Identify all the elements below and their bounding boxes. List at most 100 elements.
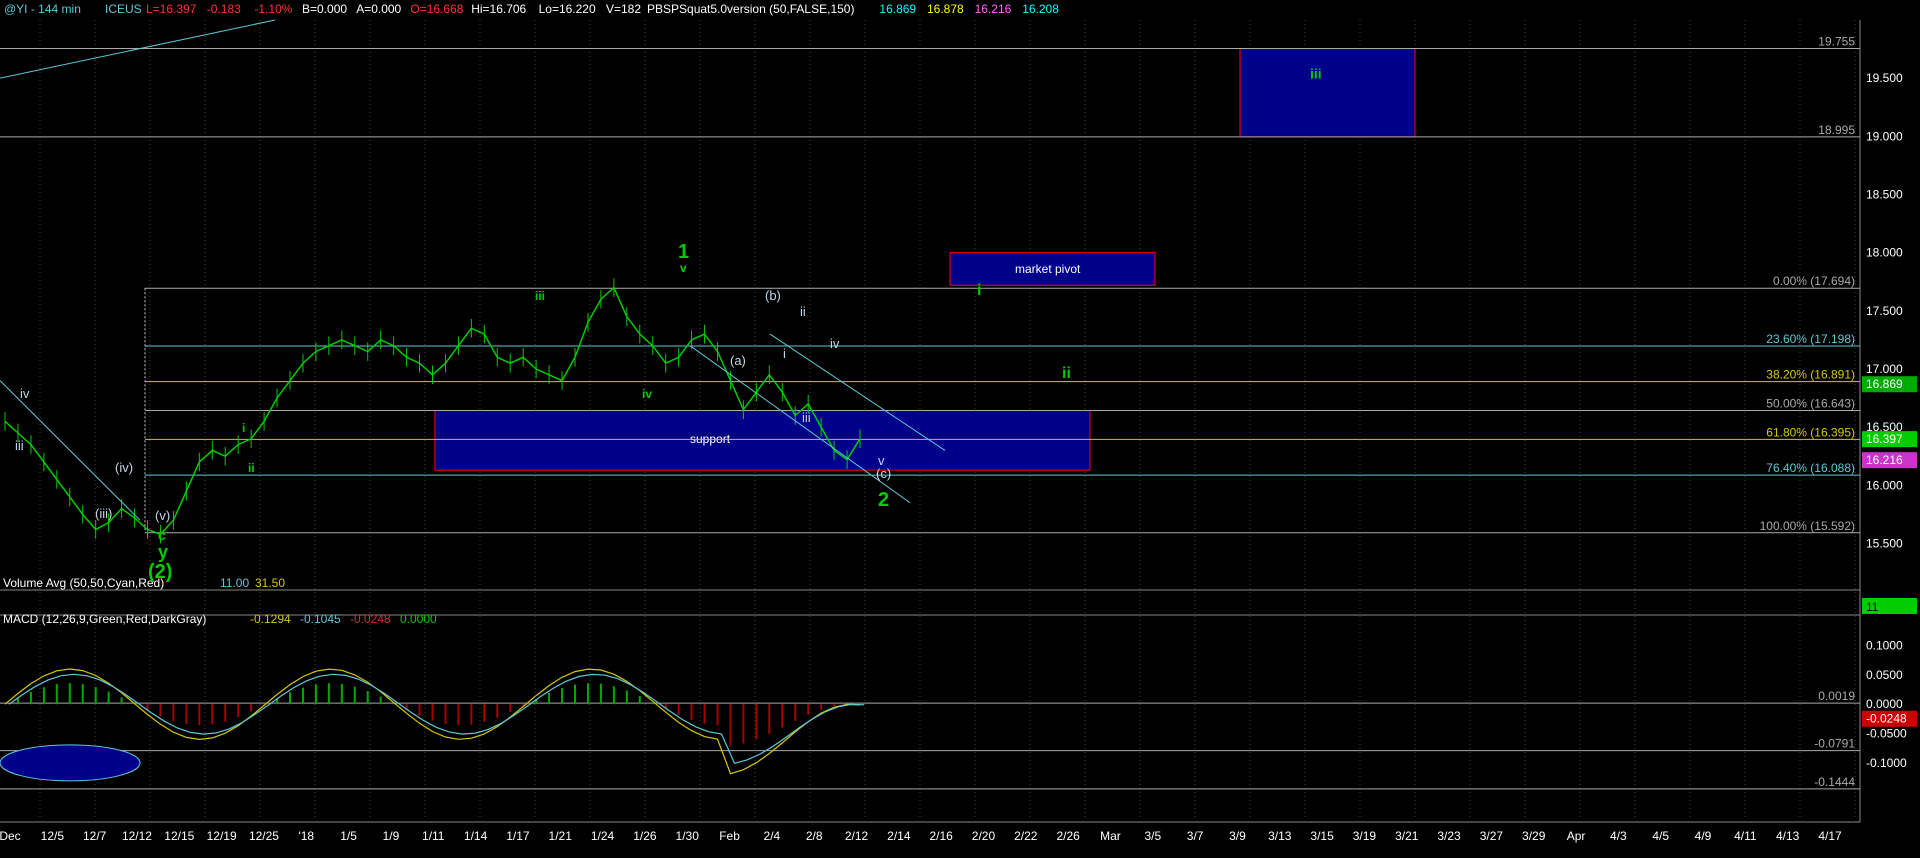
- x-axis-label: 1/11: [422, 829, 445, 843]
- level-label: 0.00% (17.694): [1773, 274, 1855, 288]
- header-field: 16.216: [975, 2, 1012, 16]
- chart-canvas[interactable]: iiimarket pivotsupport 19.75518.9950.00%…: [0, 0, 1920, 858]
- target-box: [1240, 49, 1415, 137]
- header-field: A=0.000: [356, 2, 401, 16]
- wave-label-white: (c): [876, 466, 891, 481]
- wave-label-white: iii: [802, 410, 811, 425]
- macd-value: 0.0000: [400, 612, 437, 626]
- wave-label-big: c: [158, 527, 166, 543]
- header-field: Hi=16.706: [471, 2, 526, 16]
- x-axis-label: 1/26: [633, 829, 657, 843]
- header-field: 16.869: [879, 2, 916, 16]
- wave-label-white: iv: [20, 386, 30, 401]
- header: @YI - 144 min ICEUSL=16.397-0.183-1.10%B…: [4, 2, 1059, 16]
- x-axis-label: 2/14: [887, 829, 911, 843]
- x-axis-label: 3/27: [1480, 829, 1504, 843]
- price-axis-label: 19.500: [1866, 71, 1903, 85]
- price-axis-label: 19.000: [1866, 129, 1903, 143]
- volume-title: Volume Avg (50,50,Cyan,Red): [3, 576, 164, 590]
- level-label: 19.755: [1818, 35, 1855, 49]
- header-symbol: @YI - 144 min: [4, 2, 81, 16]
- x-axis-label: 1/14: [464, 829, 488, 843]
- x-axis-label: 2/4: [764, 829, 781, 843]
- volume-value: 31.50: [255, 576, 285, 590]
- x-axis-label: 3/21: [1395, 829, 1419, 843]
- macd-axis-label: -0.1000: [1866, 756, 1907, 770]
- price-tag-text: 16.397: [1866, 432, 1903, 446]
- level-label: 18.995: [1818, 123, 1855, 137]
- price-tag-text: 16.869: [1866, 377, 1903, 391]
- macd-value: -0.1045: [300, 612, 341, 626]
- x-axis-label: 2/22: [1014, 829, 1038, 843]
- x-axis-label: 2/8: [806, 829, 823, 843]
- macd-panel: 0.0019-0.0791-0.1444: [0, 669, 1860, 789]
- wave-label-white: (iv): [115, 460, 133, 475]
- macd-highlight: [0, 745, 140, 781]
- x-axis-label: 2/26: [1056, 829, 1080, 843]
- x-axis-label: 3/9: [1229, 829, 1246, 843]
- x-axis-label: 1/9: [383, 829, 400, 843]
- wave-labels: Volume Avg (50,50,Cyan,Red)11.0031.50MAC…: [3, 241, 1918, 858]
- x-axis-label: '18: [298, 829, 314, 843]
- header-field: B=0.000: [302, 2, 347, 16]
- macd-axis-label: 0.1000: [1866, 639, 1903, 653]
- macd-tag-text: -0.0248: [1866, 712, 1907, 726]
- macd-title: MACD (12,26,9,Green,Red,DarkGray): [3, 612, 206, 626]
- level-label: 38.20% (16.891): [1766, 368, 1855, 382]
- x-axis-label: Apr: [1567, 829, 1586, 843]
- x-axis-label: 4/13: [1776, 829, 1800, 843]
- wave-label-green: i: [977, 282, 981, 299]
- header-field: 16.208: [1022, 2, 1059, 16]
- boxes: iiimarket pivotsupport: [435, 49, 1415, 471]
- x-axis-label: 3/19: [1353, 829, 1377, 843]
- volume-tag-text: 11: [1866, 600, 1879, 614]
- x-axis-label: Feb: [719, 829, 740, 843]
- macd-axis-label: 0.0500: [1866, 668, 1903, 682]
- macd-value: -0.0248: [350, 612, 391, 626]
- wave-label-big: 1: [678, 241, 689, 263]
- level-label: 23.60% (17.198): [1766, 332, 1855, 346]
- macd-level-label: -0.1444: [1814, 775, 1855, 789]
- x-axis-label: 4/11: [1734, 829, 1757, 843]
- wave-label-green: ii: [1062, 365, 1071, 382]
- wave-label-green: i: [242, 421, 245, 435]
- x-axis-label: 1/21: [549, 829, 573, 843]
- x-axis-label: Dec: [0, 829, 21, 843]
- price-axis-label: 15.500: [1866, 536, 1903, 550]
- price-axis-label: 18.500: [1866, 187, 1903, 201]
- x-axis-label: 12/15: [164, 829, 194, 843]
- x-axis-label: 12/5: [41, 829, 65, 843]
- support-box-label: support: [690, 432, 731, 446]
- wave-label-white: (iii): [95, 506, 112, 521]
- x-axis-label: 12/12: [122, 829, 152, 843]
- wave-label-white: iv: [830, 336, 840, 351]
- x-axis-label: 4/3: [1610, 829, 1627, 843]
- trend-line: [0, 20, 275, 78]
- x-axis-label: 12/25: [249, 829, 279, 843]
- price-tag-text: 16.216: [1866, 453, 1903, 467]
- wave-label-big: y: [158, 542, 168, 562]
- x-axis-label: 12/19: [207, 829, 237, 843]
- macd-signal-line: [9, 674, 864, 763]
- price-axis-label: 16.000: [1866, 478, 1903, 492]
- wave-label-white: iii: [15, 438, 24, 453]
- target-box-label: iii: [1310, 66, 1322, 82]
- x-axis-label: 2/16: [929, 829, 953, 843]
- header-field: O=16.668: [410, 2, 463, 16]
- macd-value: -0.1294: [250, 612, 291, 626]
- x-axis-label: 1/24: [591, 829, 615, 843]
- header-field: ICEUS: [105, 2, 142, 16]
- wave-label-green: iv: [642, 387, 652, 401]
- level-label: 76.40% (16.088): [1766, 461, 1855, 475]
- x-axis-label: 3/29: [1522, 829, 1546, 843]
- price-axis-label: 18.000: [1866, 246, 1903, 260]
- x-axis-label: 1/5: [340, 829, 357, 843]
- x-axis-label: 4/17: [1818, 829, 1842, 843]
- wave-label-white: (b): [765, 288, 781, 303]
- level-label: 50.00% (16.643): [1766, 397, 1855, 411]
- x-axis-label: 1/30: [676, 829, 700, 843]
- wave-label-green: iii: [535, 289, 545, 303]
- wave-label-white: (a): [730, 353, 746, 368]
- macd-axis-label: 0.0000: [1866, 697, 1903, 711]
- level-label: 100.00% (15.592): [1760, 519, 1855, 533]
